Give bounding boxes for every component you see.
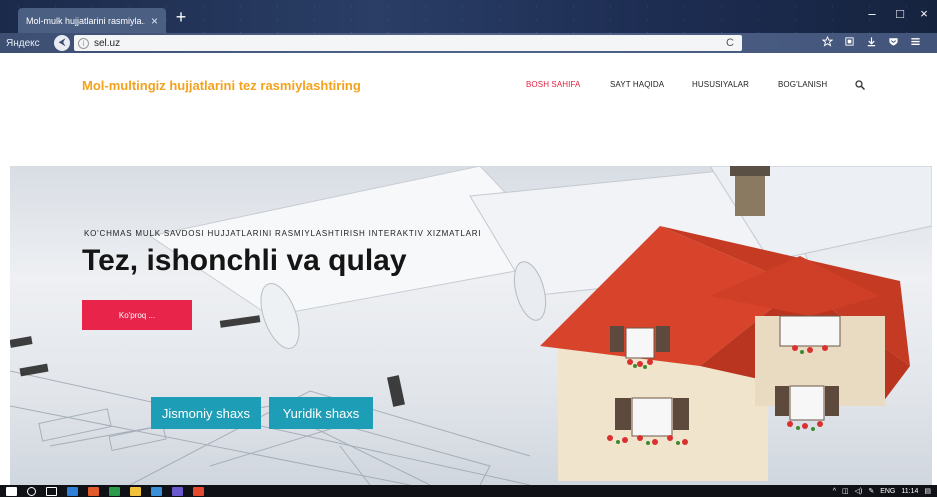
store-icon[interactable] bbox=[151, 486, 162, 496]
url-field[interactable]: i sel.uz C bbox=[74, 35, 742, 51]
vscode-icon[interactable] bbox=[172, 486, 183, 496]
clock[interactable]: 11:14 bbox=[901, 488, 918, 495]
close-window-icon[interactable]: × bbox=[914, 6, 934, 21]
address-bar: Яндекс ⮜ i sel.uz C bbox=[0, 33, 937, 53]
hero-title: Tez, ishonchli va qulay bbox=[82, 244, 407, 277]
chevron-up-icon[interactable]: ^ bbox=[833, 488, 836, 495]
system-tray: ^ ◫ ◁) ✎ ENG 11:14 ▤ bbox=[833, 487, 937, 496]
protect-icon[interactable] bbox=[882, 36, 904, 50]
language-indicator[interactable]: ENG bbox=[880, 488, 895, 495]
windows-taskbar: ^ ◫ ◁) ✎ ENG 11:14 ▤ bbox=[0, 485, 937, 497]
browser-tab[interactable]: Mol-mulk hujjatlarini rasmiyla... × bbox=[18, 8, 166, 33]
browser-brand: Яндекс bbox=[6, 37, 40, 49]
explorer-icon[interactable] bbox=[130, 486, 141, 496]
notifications-icon[interactable]: ▤ bbox=[924, 487, 931, 495]
start-icon[interactable] bbox=[6, 486, 17, 496]
pen-icon[interactable]: ✎ bbox=[868, 487, 874, 495]
nav-features[interactable]: HUSUSIYALAR bbox=[692, 80, 749, 89]
browser-tab-bar: Mol-mulk hujjatlarini rasmiyla... × + – … bbox=[0, 0, 937, 33]
tab-title: Mol-mulk hujjatlarini rasmiyla... bbox=[26, 15, 145, 26]
search-icon[interactable] bbox=[854, 78, 866, 91]
nav-contact[interactable]: BOG'LANISH bbox=[778, 80, 827, 89]
maximize-icon[interactable]: □ bbox=[890, 6, 910, 21]
edge-icon[interactable] bbox=[67, 486, 78, 496]
hero-subtitle: KO'CHMAS MULK SAVDOSI HUJJATLARINI RASMI… bbox=[84, 229, 482, 238]
hero-banner: KO'CHMAS MULK SAVDOSI HUJJATLARINI RASMI… bbox=[10, 166, 932, 485]
url-text[interactable]: sel.uz bbox=[94, 38, 120, 49]
app-icon[interactable] bbox=[88, 486, 99, 496]
tab-icon[interactable] bbox=[838, 36, 860, 50]
info-icon[interactable]: i bbox=[78, 37, 89, 49]
minimize-icon[interactable]: – bbox=[862, 6, 882, 21]
menu-icon[interactable] bbox=[904, 36, 926, 50]
search-icon[interactable] bbox=[27, 486, 36, 496]
app-icon[interactable] bbox=[109, 486, 120, 496]
task-view-icon[interactable] bbox=[46, 486, 57, 496]
download-icon[interactable] bbox=[860, 36, 882, 50]
individual-button[interactable]: Jismoniy shaxs bbox=[151, 397, 261, 429]
nav-about[interactable]: SAYT HAQIDA bbox=[610, 80, 664, 89]
new-tab-icon[interactable]: + bbox=[172, 8, 190, 26]
bookmark-star-icon[interactable] bbox=[816, 35, 838, 50]
tab-close-icon[interactable]: × bbox=[151, 14, 158, 28]
volume-icon[interactable]: ◁) bbox=[855, 487, 863, 495]
more-button[interactable]: Ko'proq ... bbox=[82, 300, 192, 330]
network-icon[interactable]: ◫ bbox=[842, 487, 849, 495]
back-icon[interactable]: ⮜ bbox=[54, 35, 70, 51]
nav-home[interactable]: BOSH SAHIFA bbox=[526, 80, 580, 89]
yandex-browser-icon[interactable] bbox=[193, 486, 204, 496]
reload-icon[interactable]: C bbox=[726, 37, 734, 49]
legal-entity-button[interactable]: Yuridik shaxs bbox=[269, 397, 373, 429]
site-title[interactable]: Mol-multingiz hujjatlarini tez rasmiylas… bbox=[82, 78, 361, 93]
